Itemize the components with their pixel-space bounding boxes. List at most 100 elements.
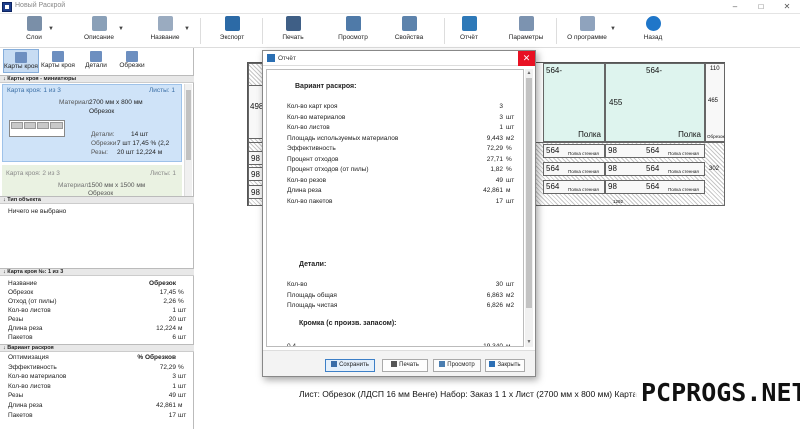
report-button[interactable]: Отчёт [457,16,481,46]
save-button[interactable]: Сохранить [325,359,375,372]
part-shelf-a[interactable]: 564- Полка [543,63,605,142]
property-value: 20 [168,316,176,323]
part-label: Полка [578,130,601,139]
property-value: 17,45 [159,289,176,296]
thumbnails-scrollbar[interactable] [184,84,192,196]
about-label: О программе [567,34,607,41]
section-object-type-header[interactable]: ↓ Тип объекта [0,196,194,204]
details-value: 14 шт [131,131,149,138]
report-row: Площадь чистая 6,826 м2 [287,302,519,311]
print-button[interactable]: Печать [382,359,428,372]
section-maps-header[interactable]: ↓ Карты кроя - миниатюры [0,75,194,83]
part-row2-right[interactable]: 98 564 Полка стенная [605,162,705,176]
report-unit: % [506,155,512,163]
layers-button[interactable]: Слои ▼ [22,16,54,46]
printer-icon [391,361,398,367]
preview-button[interactable]: Просмотр [433,359,481,372]
part-shelf-b[interactable]: 564- 455 Полка [605,63,705,142]
preview-button[interactable]: Просмотр [336,16,370,46]
chevron-down-icon[interactable]: ▼ [610,26,616,32]
chevron-down-icon[interactable]: ▼ [118,26,124,32]
scroll-up-icon[interactable]: ▲ [525,70,533,76]
scroll-down-icon[interactable]: ▼ [525,339,533,345]
export-button[interactable]: Экспорт [217,16,247,46]
minimize-button[interactable]: – [722,0,748,14]
property-unit: % [178,289,184,296]
report-key: Кол-во пакетов [287,197,333,205]
report-unit: шт [506,281,515,288]
report-value: 1 [499,124,503,131]
part-label: Полка [678,130,701,139]
section-map-no-header[interactable]: ↓ Карта кроя №: 1 из 3 [0,268,194,276]
offcut-right[interactable]: 110 465 Обрезок [705,63,725,142]
report-row: Кол-во листов 1 шт [287,124,519,133]
description-button[interactable]: Описание ▼ [82,16,124,46]
close-window-button[interactable]: ✕ [774,0,800,14]
parameters-button[interactable]: Параметры [507,16,545,46]
variant-heading: Вариант раскроя: [295,83,357,90]
material-type: Обрезок [89,108,115,115]
property-unit: шт [178,316,187,323]
property-unit: % [178,298,184,305]
dimension-label: 98 [251,188,260,197]
print-button[interactable]: Печать [278,16,308,46]
sheet-thumbnail [9,120,65,137]
property-key: Кол-во листов [8,307,51,314]
report-scrollbar[interactable]: ▲ ▼ [525,69,533,347]
dimension-label: 564 [646,182,660,191]
about-button[interactable]: О программе ▼ [566,16,616,46]
tab-maps-thumbnails[interactable]: Карты кроя [3,49,39,73]
close-button[interactable]: Закрыть [485,359,525,372]
report-unit: % [506,166,512,173]
material-label: Материал: [59,99,91,106]
properties-button[interactable]: Свойства [393,16,425,46]
part-row3-mid[interactable]: 564 Полка стенная [543,180,605,194]
report-unit: шт [506,113,515,121]
part-row1-right[interactable]: 98 564 Полка стенная [605,144,705,158]
property-key: Пакетов [8,411,33,419]
part-row3-right[interactable]: 98 564 Полка стенная [605,180,705,194]
part-row2-mid[interactable]: 564 Полка стенная [543,162,605,176]
dimension-label: 1292 [613,199,624,204]
part-label: Полка стенная [568,169,599,174]
dialog-title-bar[interactable]: Отчёт ✕ [263,51,535,66]
property-value: 49 [168,392,176,400]
report-dialog: Отчёт ✕ Вариант раскроя: Детали: Кромка … [262,50,536,377]
property-unit: м [178,325,183,332]
print-label: Печать [399,362,419,368]
details-heading: Детали: [299,261,327,268]
about-icon [579,16,595,31]
name-button[interactable]: Название ▼ [148,16,190,46]
dimension-label: 564 [646,146,660,155]
cuts-label: Резы: [91,149,108,156]
printer-icon [285,16,301,31]
dimension-label: 98 [608,146,617,155]
report-unit: м [506,343,511,347]
maximize-button[interactable]: □ [748,0,774,14]
offcut-label: Обрезок [707,134,725,139]
back-button[interactable]: Назад [640,16,666,46]
chevron-down-icon[interactable]: ▼ [48,26,54,32]
report-key: Площадь используемых материалов [287,134,399,142]
report-unit: м2 [506,291,515,299]
chevron-down-icon[interactable]: ▼ [184,26,190,32]
section-label: Тип объекта [7,197,41,203]
report-key: Кол-во [287,281,308,288]
tab-details[interactable]: Детали [78,49,114,73]
dialog-title: Отчёт [278,55,297,62]
section-variant-header[interactable]: ↓ Вариант раскроя [0,344,194,352]
map-card-1[interactable]: Карта кроя: 1 из 3 Листы: 1 Материал: 27… [2,84,182,162]
part-row1-mid[interactable]: 564 Полка стенная [543,144,605,158]
report-content: Вариант раскроя: Детали: Кромка (с произ… [266,69,524,347]
tab-offcuts[interactable]: Обрезки [114,49,150,73]
map-card-header: Карта кроя: 1 из 3 [7,87,61,94]
tab-maps[interactable]: Карты кроя [40,49,76,73]
dimension-label: 455 [609,98,623,107]
report-unit: шт [506,197,515,205]
report-unit: шт [506,124,515,131]
map-card-2[interactable]: Карта кроя: 2 из 3 Листы: 1 Материал: 15… [2,165,182,196]
report-row: Кол-во материалов 3 шт [287,114,519,123]
close-dialog-button[interactable]: ✕ [518,51,535,66]
property-unit: шт [178,411,187,419]
property-unit: шт [178,382,187,390]
